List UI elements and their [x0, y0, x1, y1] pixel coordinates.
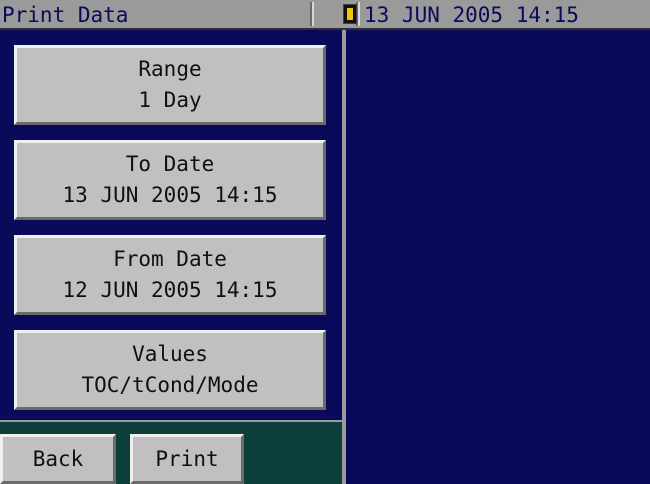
range-button[interactable]: Range 1 Day — [14, 45, 326, 125]
page-title: Print Data — [2, 3, 129, 27]
to-date-button[interactable]: To Date 13 JUN 2005 14:15 — [14, 140, 326, 220]
preview-area — [346, 30, 650, 484]
bottom-button-bar: Back Print — [0, 420, 342, 484]
from-date-button[interactable]: From Date 12 JUN 2005 14:15 — [14, 235, 326, 315]
print-button[interactable]: Print — [130, 434, 244, 484]
to-date-value: 13 JUN 2005 14:15 — [62, 183, 278, 207]
values-value: TOC/tCond/Mode — [81, 373, 259, 397]
back-button[interactable]: Back — [0, 434, 116, 484]
warning-indicator-icon[interactable] — [343, 4, 357, 24]
range-value: 1 Day — [138, 88, 202, 112]
title-bar: Print Data 13 JUN 2005 14:15 — [0, 0, 650, 30]
print-options-panel: Range 1 Day To Date 13 JUN 2005 14:15 Fr… — [0, 30, 342, 484]
values-button[interactable]: Values TOC/tCond/Mode — [14, 330, 326, 410]
from-date-value: 12 JUN 2005 14:15 — [62, 278, 278, 302]
from-date-label: From Date — [113, 247, 227, 271]
range-label: Range — [138, 57, 202, 81]
current-datetime: 13 JUN 2005 14:15 — [364, 3, 579, 27]
title-separator — [310, 2, 314, 26]
to-date-label: To Date — [125, 152, 215, 176]
print-data-screen: Print Data 13 JUN 2005 14:15 Range 1 Day… — [0, 0, 650, 484]
values-label: Values — [132, 342, 208, 366]
